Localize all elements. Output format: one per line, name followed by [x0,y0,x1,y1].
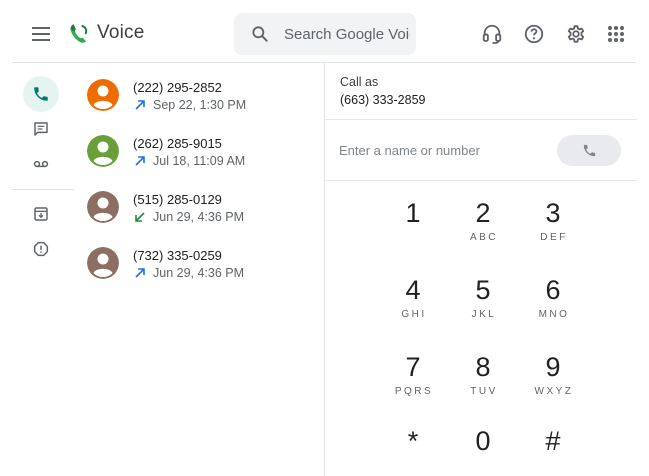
dial-key-hash[interactable]: # [523,425,583,476]
call-row[interactable]: (732) 335-0259 Jun 29, 4:36 PM [74,242,324,298]
dial-key-digit: 2 [475,198,491,228]
call-history-list: (222) 295-2852 Sep 22, 1:30 PM (262) 285… [74,63,324,476]
settings-icon [567,25,585,43]
dial-key-digit: 6 [545,275,561,305]
dial-key-star[interactable]: * [383,425,443,476]
dial-key-digit: * [407,426,419,456]
app-header: Voice [0,0,649,62]
dial-key-letters: DEF [540,232,568,243]
dial-key-8[interactable]: 8 TUV [453,351,513,417]
call-date: Jun 29, 4:36 PM [153,210,245,224]
outgoing-call-icon [135,156,145,166]
avatar [87,247,119,279]
dial-key-digit: 7 [405,352,421,382]
incoming-call-icon [135,212,145,222]
avatar [87,79,119,111]
phone-icon [583,144,595,157]
dial-key-digit: 9 [545,352,561,382]
dial-key-digit: # [545,426,561,456]
nav-spam[interactable] [23,231,59,267]
call-number: (222) 295-2852 [133,80,222,95]
dial-key-digit: 4 [405,275,421,305]
help-icon [524,24,544,44]
dial-key-3[interactable]: 3 DEF [523,197,583,263]
search-bar[interactable] [234,13,416,55]
dial-key-1[interactable]: 1 [383,197,443,263]
nav-messages[interactable] [23,111,59,147]
archive-icon [34,207,48,221]
dial-key-letters: PQRS [394,386,434,397]
apps-grid-icon [608,26,624,42]
dial-key-0[interactable]: 0 [453,425,513,476]
voicemail-icon [33,160,49,168]
dial-key-digit: 3 [545,198,561,228]
dial-key-2[interactable]: 2 ABC [453,197,513,263]
headset-icon [482,24,502,44]
dial-key-digit: 1 [405,198,421,228]
dial-key-letters: JKL [471,309,497,320]
dial-key-7[interactable]: 7 PQRS [383,351,443,417]
outgoing-call-icon [135,100,145,110]
dial-input[interactable] [339,138,549,162]
dialer-panel: Call as (663) 333-2859 1 2 ABC 3 DEF 4 G… [324,63,637,476]
help-button[interactable] [522,22,546,46]
dial-key-letters: ABC [469,232,499,243]
call-meta: Jun 29, 4:36 PM [133,210,244,224]
voice-logo[interactable] [67,22,91,46]
call-number: (262) 285-9015 [133,136,222,151]
message-icon [34,122,48,136]
dial-key-4[interactable]: 4 GHI [383,274,443,340]
dial-key-9[interactable]: 9 WXYZ [523,351,583,417]
dial-key-digit: 8 [475,352,491,382]
panel-divider [325,180,637,181]
nav-voicemail[interactable] [23,146,59,182]
dial-key-letters: GHI [401,309,427,320]
call-as-label: Call as [340,75,379,89]
avatar [87,135,119,167]
support-button[interactable] [480,22,504,46]
dial-key-digit: 5 [475,275,491,305]
spam-icon [33,241,49,257]
call-row[interactable]: (515) 285-0129 Jun 29, 4:36 PM [74,186,324,242]
phone-icon [34,87,48,101]
call-date: Jul 18, 11:09 AM [153,154,246,168]
panel-divider [325,119,637,120]
nav-calls[interactable] [23,76,59,112]
dial-key-letters: WXYZ [534,386,574,397]
nav-archive[interactable] [23,196,59,232]
call-number: (515) 285-0129 [133,192,222,207]
dial-key-letters: TUV [470,386,498,397]
app-title: Voice [97,22,145,43]
call-as-number[interactable]: (663) 333-2859 [340,93,425,107]
call-date: Jun 29, 4:36 PM [153,266,245,280]
call-row[interactable]: (222) 295-2852 Sep 22, 1:30 PM [74,74,324,130]
call-button[interactable] [557,135,621,166]
settings-button[interactable] [564,22,588,46]
avatar [87,191,119,223]
apps-button[interactable] [604,22,628,46]
dial-key-digit: 0 [475,426,491,456]
search-input[interactable] [284,13,410,55]
outgoing-call-icon [135,268,145,278]
main-menu-button[interactable] [26,20,56,48]
nav-rail [12,63,74,476]
dial-key-letters: MNO [538,309,570,320]
call-meta: Sep 22, 1:30 PM [133,98,246,112]
dial-key-5[interactable]: 5 JKL [453,274,513,340]
call-row[interactable]: (262) 285-9015 Jul 18, 11:09 AM [74,130,324,186]
call-meta: Jul 18, 11:09 AM [133,154,245,168]
menu-icon [32,27,50,41]
dial-key-6[interactable]: 6 MNO [523,274,583,340]
call-meta: Jun 29, 4:36 PM [133,266,244,280]
search-icon[interactable] [250,24,270,44]
nav-rail-divider [12,189,74,190]
call-date: Sep 22, 1:30 PM [153,98,247,112]
call-number: (732) 335-0259 [133,248,222,263]
